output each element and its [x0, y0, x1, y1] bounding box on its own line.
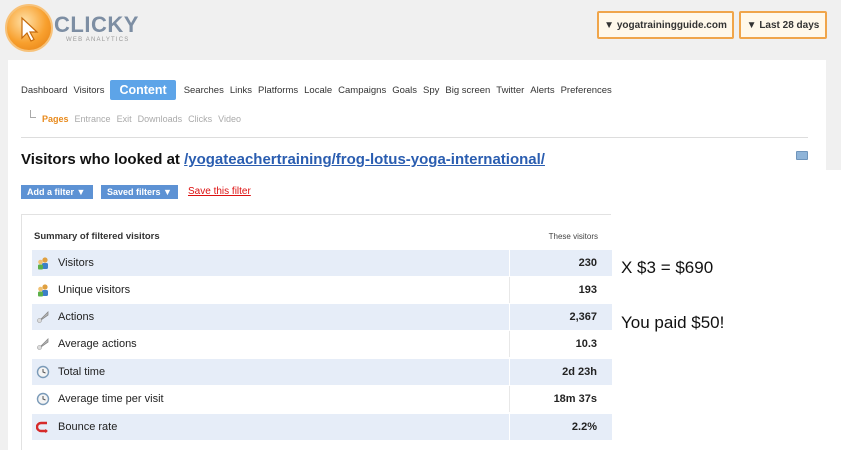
table-row: Actions 2,367 [32, 304, 612, 330]
revenue-annotation: X $3 = $690 [621, 258, 714, 277]
table-row: Bounce rate 2.2% [32, 414, 612, 440]
summary-table: Summary of filtered visitors These visit… [21, 214, 612, 450]
clock-icon [36, 365, 50, 379]
row-value: 2d 23h [509, 359, 612, 385]
nav-item-campaigns[interactable]: Campaigns [338, 85, 386, 96]
row-value: 193 [509, 277, 612, 303]
row-value: 230 [509, 250, 612, 276]
row-label: Visitors [58, 257, 94, 269]
average-actions-icon [36, 337, 50, 351]
page-title-prefix: Visitors who looked at [21, 151, 185, 168]
row-value: 2.2% [509, 414, 612, 440]
row-label: Average time per visit [58, 393, 164, 405]
nav-item-locale[interactable]: Locale [304, 85, 332, 96]
row-label: Bounce rate [58, 421, 118, 433]
page-path-link[interactable]: /yogateachertraining/frog-lotus-yoga-int… [184, 151, 545, 168]
subnav-item-downloads[interactable]: Downloads [138, 114, 183, 124]
nav-item-twitter[interactable]: Twitter [496, 85, 524, 96]
actions-icon [36, 310, 50, 324]
subnav-item-pages[interactable]: Pages [42, 114, 69, 124]
nav-item-visitors[interactable]: Visitors [73, 85, 104, 96]
nav-item-links[interactable]: Links [230, 85, 252, 96]
summary-header: Summary of filtered visitors These visit… [34, 231, 602, 242]
row-value: 10.3 [509, 331, 612, 357]
date-range-dropdown[interactable]: ▼ Last 28 days [739, 11, 827, 39]
row-label: Total time [58, 366, 106, 378]
table-row: Average actions 10.3 [32, 331, 612, 357]
subnav-item-exit[interactable]: Exit [117, 114, 132, 124]
export-icon[interactable] [796, 151, 808, 160]
site-dropdown[interactable]: ▼ yogatrainingguide.com [597, 11, 734, 39]
right-gutter [826, 60, 841, 170]
row-label: Actions [58, 311, 95, 323]
table-row: Total time 2d 23h [32, 359, 612, 385]
logo-wordmark[interactable]: CLICKY [54, 12, 139, 38]
nav-item-dashboard[interactable]: Dashboard [21, 85, 67, 96]
row-label: Unique visitors [58, 284, 131, 296]
logo-tagline: WEB ANALYTICS [66, 37, 130, 43]
content-subnav: Pages Entrance Exit Downloads Clicks Vid… [30, 110, 247, 124]
saved-filters-button[interactable]: Saved filters ▼ [101, 185, 178, 199]
nav-item-big-screen[interactable]: Big screen [445, 85, 490, 96]
column-header: These visitors [548, 232, 598, 241]
summary-title: Summary of filtered visitors [34, 231, 160, 242]
subnav-corner-icon [30, 110, 36, 118]
table-row: Unique visitors 193 [32, 277, 612, 303]
nav-item-content[interactable]: Content [110, 80, 176, 100]
nav-item-alerts[interactable]: Alerts [530, 85, 554, 96]
clock-icon [36, 392, 50, 406]
table-row: Visitors 230 [32, 250, 612, 276]
left-gutter [0, 60, 8, 450]
nav-item-preferences[interactable]: Preferences [561, 85, 612, 96]
row-value: 2,367 [509, 304, 612, 330]
nav-item-searches[interactable]: Searches [184, 85, 224, 96]
add-filter-button[interactable]: Add a filter ▼ [21, 185, 93, 199]
row-label: Average actions [58, 338, 137, 350]
bounce-icon [35, 420, 50, 434]
nav-item-spy[interactable]: Spy [423, 85, 439, 96]
paid-annotation: You paid $50! [621, 313, 725, 332]
cursor-icon [21, 16, 39, 42]
nav-divider [21, 137, 808, 138]
visitors-icon [36, 256, 50, 270]
subnav-item-clicks[interactable]: Clicks [188, 114, 212, 124]
main-nav: Dashboard Visitors Content Searches Link… [21, 79, 618, 101]
subnav-item-video[interactable]: Video [218, 114, 241, 124]
subnav-item-entrance[interactable]: Entrance [75, 114, 111, 124]
table-row: Average time per visit 18m 37s [32, 386, 612, 412]
nav-item-platforms[interactable]: Platforms [258, 85, 298, 96]
unique-visitors-icon [36, 283, 50, 297]
row-value: 18m 37s [509, 386, 612, 412]
save-filter-link[interactable]: Save this filter [188, 186, 251, 197]
clicky-logo-icon[interactable] [5, 4, 53, 52]
nav-item-goals[interactable]: Goals [392, 85, 417, 96]
page-title: Visitors who looked at /yogateachertrain… [21, 151, 545, 168]
